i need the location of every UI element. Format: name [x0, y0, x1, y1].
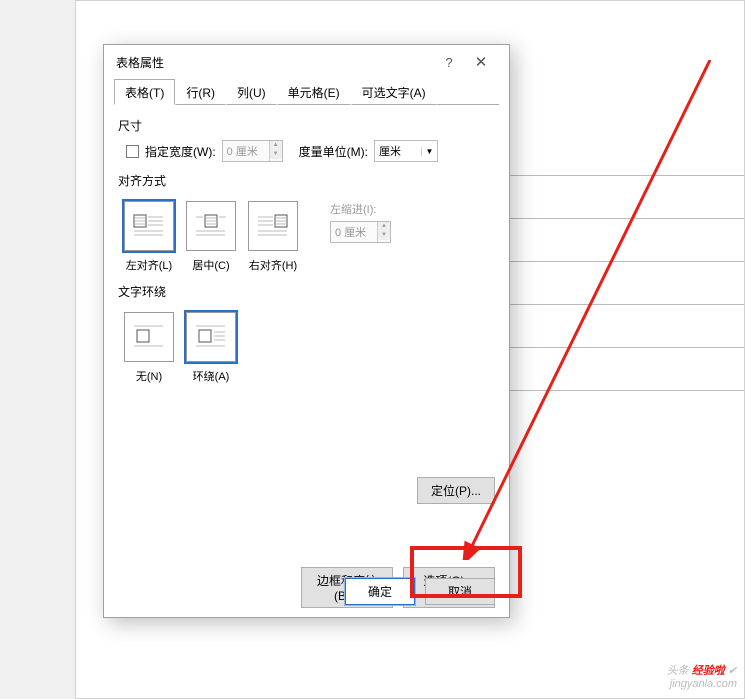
wrap-none-option[interactable]: 无(N)	[124, 312, 174, 384]
width-checkbox-label: 指定宽度(W):	[145, 143, 216, 160]
left-indent-spinner[interactable]: 0 厘米 ▲▼	[330, 221, 391, 243]
tab-strip: 表格(T) 行(R) 列(U) 单元格(E) 可选文字(A)	[104, 79, 509, 105]
width-spinner[interactable]: 0 厘米 ▲▼	[222, 140, 283, 162]
unit-label: 度量单位(M):	[299, 143, 368, 160]
spinner-up-icon[interactable]: ▲	[378, 222, 390, 231]
watermark: 头条 经验啦 ✔ jingyanla.com	[667, 665, 737, 691]
align-right-option[interactable]: 右对齐(H)	[248, 201, 298, 273]
table-properties-dialog: 表格属性 ? ✕ 表格(T) 行(R) 列(U) 单元格(E) 可选文字(A) …	[103, 44, 510, 618]
dialog-body: 尺寸 指定宽度(W): 0 厘米 ▲▼ 度量单位(M): 厘米 ▼ 对齐方式	[104, 105, 509, 406]
chevron-down-icon: ▼	[421, 147, 437, 156]
spinner-down-icon[interactable]: ▼	[270, 150, 282, 159]
unit-combo[interactable]: 厘米 ▼	[374, 140, 438, 162]
close-icon[interactable]: ✕	[465, 53, 497, 71]
size-group: 尺寸 指定宽度(W): 0 厘米 ▲▼ 度量单位(M): 厘米 ▼	[118, 117, 495, 162]
spinner-down-icon[interactable]: ▼	[378, 231, 390, 240]
wrap-around-option[interactable]: 环绕(A)	[186, 312, 236, 384]
tab-cell[interactable]: 单元格(E)	[277, 79, 351, 105]
ok-button[interactable]: 确定	[345, 578, 415, 605]
alignment-label: 对齐方式	[118, 172, 495, 189]
highlight-box	[410, 546, 522, 598]
width-checkbox[interactable]	[126, 145, 139, 158]
position-button[interactable]: 定位(P)...	[417, 477, 495, 504]
dialog-titlebar: 表格属性 ? ✕	[104, 45, 509, 79]
tab-table[interactable]: 表格(T)	[114, 79, 175, 105]
dialog-title: 表格属性	[116, 54, 433, 71]
wrap-label: 文字环绕	[118, 283, 495, 300]
wrap-group: 文字环绕 无(N) 环绕(A)	[118, 283, 495, 384]
spinner-up-icon[interactable]: ▲	[270, 141, 282, 150]
size-label: 尺寸	[118, 117, 495, 134]
tab-column[interactable]: 列(U)	[226, 79, 277, 105]
align-left-option[interactable]: 左对齐(L)	[124, 201, 174, 273]
alignment-group: 对齐方式 左对齐(L) 居中(C) 右对齐(H) 左缩进(I): 0	[118, 172, 495, 273]
help-icon[interactable]: ?	[433, 55, 465, 70]
tab-alt-text[interactable]: 可选文字(A)	[351, 79, 437, 105]
tab-row[interactable]: 行(R)	[175, 79, 226, 105]
align-center-option[interactable]: 居中(C)	[186, 201, 236, 273]
left-indent-label: 左缩进(I):	[330, 201, 391, 217]
